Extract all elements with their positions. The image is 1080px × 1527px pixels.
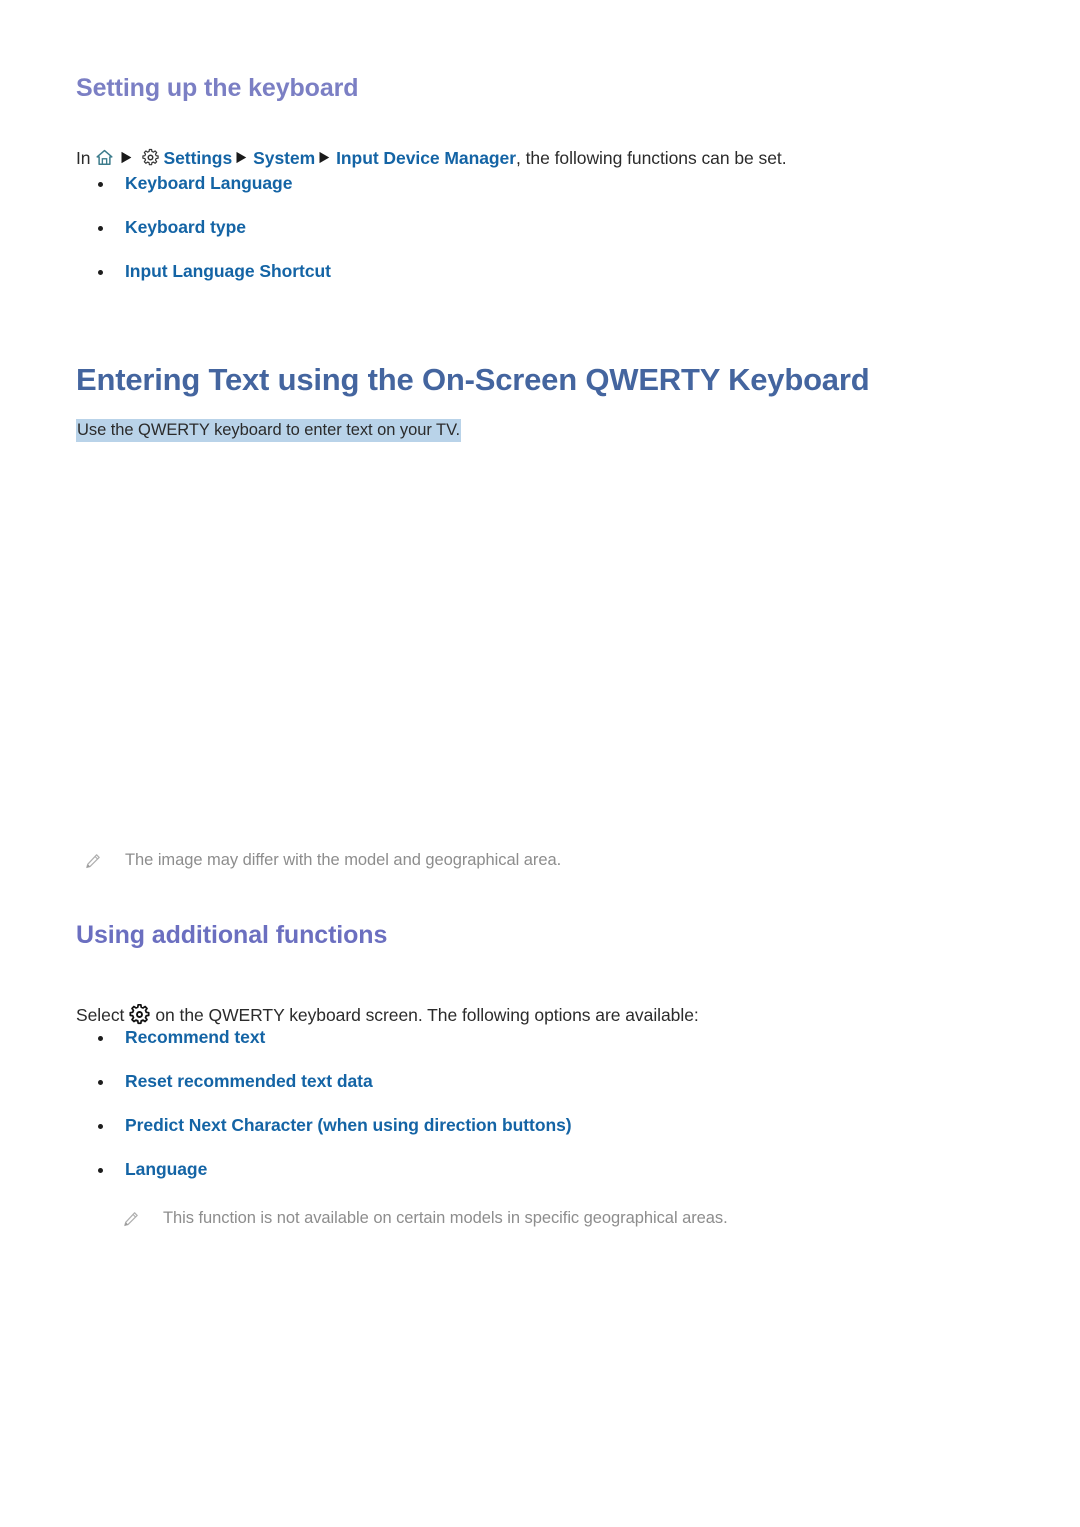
select-prefix-text: Select: [76, 1004, 125, 1025]
pencil-icon: [84, 853, 101, 870]
bullet-dot-icon: [98, 182, 103, 187]
bullet-dot-icon: [98, 1080, 103, 1085]
section-heading: Using additional functions: [76, 921, 388, 949]
highlighted-description: Use the QWERTY keyboard to enter text on…: [76, 418, 462, 442]
pencil-icon: [122, 1211, 139, 1228]
list-item[interactable]: Keyboard Language: [96, 173, 331, 194]
bullet-dot-icon: [98, 226, 103, 231]
navigation-path-line: In Settings System Input Device Manager, th…: [76, 148, 787, 169]
list-item[interactable]: Language: [96, 1159, 572, 1180]
manual-page: Setting up the keyboard In Settings System…: [0, 0, 1080, 1527]
note-function-availability: This function is not available on certai…: [122, 1209, 728, 1228]
page-title: Entering Text using the On-Screen QWERTY…: [76, 362, 870, 397]
page-subheading: Setting up the keyboard: [76, 74, 359, 102]
additional-options-list: Recommend text Reset recommended text da…: [96, 1027, 572, 1180]
list-item-label: Recommend text: [125, 1027, 266, 1047]
note-image-differs: The image may differ with the model and …: [84, 851, 561, 870]
arrow-right-icon: [318, 149, 333, 166]
list-item-label: Keyboard Language: [125, 173, 293, 193]
list-item-label: Language: [125, 1159, 208, 1179]
list-item-label: Input Language Shortcut: [125, 261, 331, 281]
settings-link[interactable]: Settings: [164, 148, 233, 168]
input-device-manager-link[interactable]: Input Device Manager: [336, 148, 516, 168]
path-suffix-text: , the following functions can be set.: [516, 147, 787, 168]
bullet-dot-icon: [98, 270, 103, 275]
home-icon: [95, 148, 114, 167]
select-instruction-line: Select on the QWERTY keyboard screen. The…: [76, 1003, 699, 1026]
list-item-label: Keyboard type: [125, 217, 246, 237]
arrow-right-icon: [235, 149, 250, 166]
gear-icon: [128, 1003, 151, 1026]
arrow-right-icon: [120, 149, 135, 166]
bullet-dot-icon: [98, 1168, 103, 1173]
path-prefix-text: In: [76, 147, 91, 168]
keyboard-options-list: Keyboard Language Keyboard type Input La…: [96, 173, 331, 282]
list-item[interactable]: Reset recommended text data: [96, 1071, 572, 1092]
list-item-label: Reset recommended text data: [125, 1071, 373, 1091]
list-item-label: Predict Next Character (when using direc…: [125, 1115, 572, 1135]
list-item[interactable]: Predict Next Character (when using direc…: [96, 1115, 572, 1136]
gear-icon: [141, 148, 160, 167]
note-text: This function is not available on certai…: [163, 1209, 728, 1227]
list-item[interactable]: Keyboard type: [96, 217, 331, 238]
system-link[interactable]: System: [253, 148, 315, 168]
note-text: The image may differ with the model and …: [125, 851, 562, 869]
list-item[interactable]: Recommend text: [96, 1027, 572, 1048]
bullet-dot-icon: [98, 1036, 103, 1041]
select-suffix-text: on the QWERTY keyboard screen. The follo…: [155, 1004, 699, 1025]
bullet-dot-icon: [98, 1124, 103, 1129]
list-item[interactable]: Input Language Shortcut: [96, 261, 331, 282]
